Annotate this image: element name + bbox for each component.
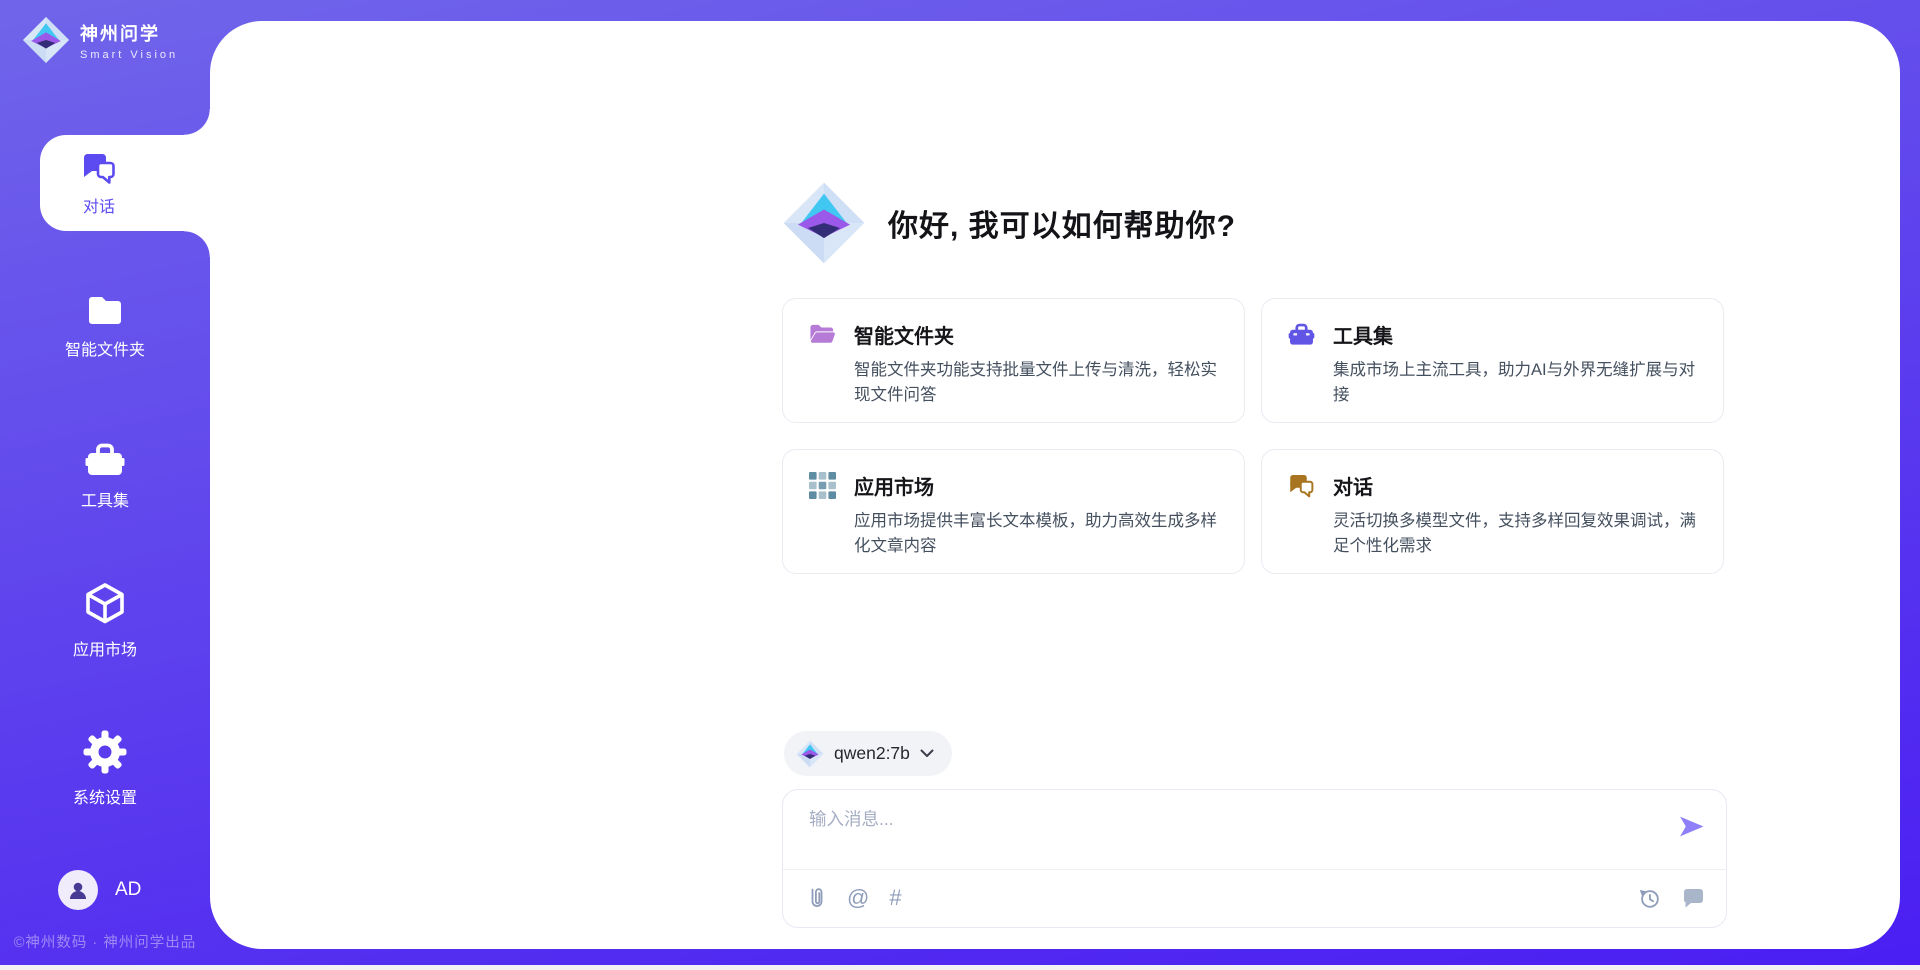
feature-cards: 智能文件夹 智能文件夹功能支持批量文件上传与清洗，轻松实现文件问答 工具集 (782, 298, 1728, 574)
at-icon[interactable]: @ (847, 887, 869, 909)
welcome-header: 你好, 我可以如何帮助你? (782, 181, 1236, 265)
gem-diamond-icon (782, 181, 866, 265)
card-title: 工具集 (1333, 320, 1393, 349)
card-app-market[interactable]: 应用市场 应用市场提供丰富长文本模板，助力高效生成多样化文章内容 (782, 449, 1245, 574)
main-content-panel: 你好, 我可以如何帮助你? 智能文件夹 智能文件夹功能支持批量文件上传与清洗，轻… (210, 21, 1900, 949)
gem-diamond-icon (796, 740, 824, 768)
message-composer: @ # (782, 789, 1727, 928)
card-description: 智能文件夹功能支持批量文件上传与清洗，轻松实现文件问答 (854, 358, 1218, 408)
app-window: 你好, 我可以如何帮助你? 智能文件夹 智能文件夹功能支持批量文件上传与清洗，轻… (0, 0, 1920, 970)
chat-bubble-icon[interactable] (1681, 887, 1705, 909)
history-icon[interactable] (1638, 887, 1661, 910)
card-description: 集成市场上主流工具，助力AI与外界无缝扩展与对接 (1333, 358, 1697, 408)
card-description: 灵活切换多模型文件，支持多样回复效果调试，满足个性化需求 (1333, 509, 1697, 559)
card-title: 应用市场 (854, 471, 934, 500)
cube-icon (83, 581, 127, 627)
send-icon[interactable] (1678, 813, 1705, 840)
sidebar-item-toolset[interactable]: 工具集 (0, 440, 210, 511)
toolbox-icon (1288, 321, 1315, 348)
sidebar-item-app-market[interactable]: 应用市场 (0, 581, 210, 660)
message-input[interactable] (807, 804, 1661, 866)
horizontal-scrollbar[interactable] (0, 965, 1920, 970)
paperclip-icon[interactable] (807, 887, 827, 910)
gear-icon (82, 729, 128, 775)
chat-bubbles-icon (81, 150, 117, 186)
sidebar-item-chat[interactable]: 对话 (40, 135, 210, 231)
card-smart-folder[interactable]: 智能文件夹 智能文件夹功能支持批量文件上传与清洗，轻松实现文件问答 (782, 298, 1245, 423)
card-chat[interactable]: 对话 灵活切换多模型文件，支持多样回复效果调试，满足个性化需求 (1261, 449, 1724, 574)
user-profile[interactable]: AD (58, 870, 141, 910)
sidebar-item-label: 智能文件夹 (65, 336, 145, 360)
model-selector[interactable]: qwen2:7b (784, 731, 952, 776)
brand-subtitle: Smart Vision (80, 49, 178, 61)
gem-diamond-icon (22, 16, 70, 64)
sidebar: 神州问学 Smart Vision 对话 智能文件夹 (0, 0, 210, 970)
sidebar-item-smart-folder[interactable]: 智能文件夹 (0, 293, 210, 360)
folder-icon (86, 293, 124, 327)
brand: 神州问学 Smart Vision (22, 16, 178, 64)
grid-icon (809, 472, 836, 499)
composer-toolbar: @ # (807, 870, 1705, 926)
card-description: 应用市场提供丰富长文本模板，助力高效生成多样化文章内容 (854, 509, 1218, 559)
chat-bubbles-icon (1288, 472, 1315, 499)
sidebar-item-label: 工具集 (81, 487, 129, 511)
card-title: 对话 (1333, 471, 1373, 500)
user-initials: AD (115, 879, 141, 901)
sidebar-item-label: 应用市场 (73, 636, 137, 660)
avatar (58, 870, 98, 910)
sidebar-item-settings[interactable]: 系统设置 (0, 729, 210, 808)
model-name: qwen2:7b (834, 743, 910, 764)
folder-open-icon (809, 321, 836, 348)
card-toolset[interactable]: 工具集 集成市场上主流工具，助力AI与外界无缝扩展与对接 (1261, 298, 1724, 423)
toolbox-icon (85, 440, 125, 478)
chevron-down-icon (920, 749, 934, 758)
brand-name: 神州问学 (80, 20, 178, 46)
sidebar-item-label: 对话 (83, 193, 115, 217)
greeting-title: 你好, 我可以如何帮助你? (888, 201, 1236, 245)
copyright-footer: ©神州数码 · 神州问学出品 (0, 931, 210, 952)
sidebar-item-label: 系统设置 (73, 784, 137, 808)
card-title: 智能文件夹 (854, 320, 954, 349)
person-icon (66, 878, 90, 902)
hash-icon[interactable]: # (889, 887, 901, 909)
